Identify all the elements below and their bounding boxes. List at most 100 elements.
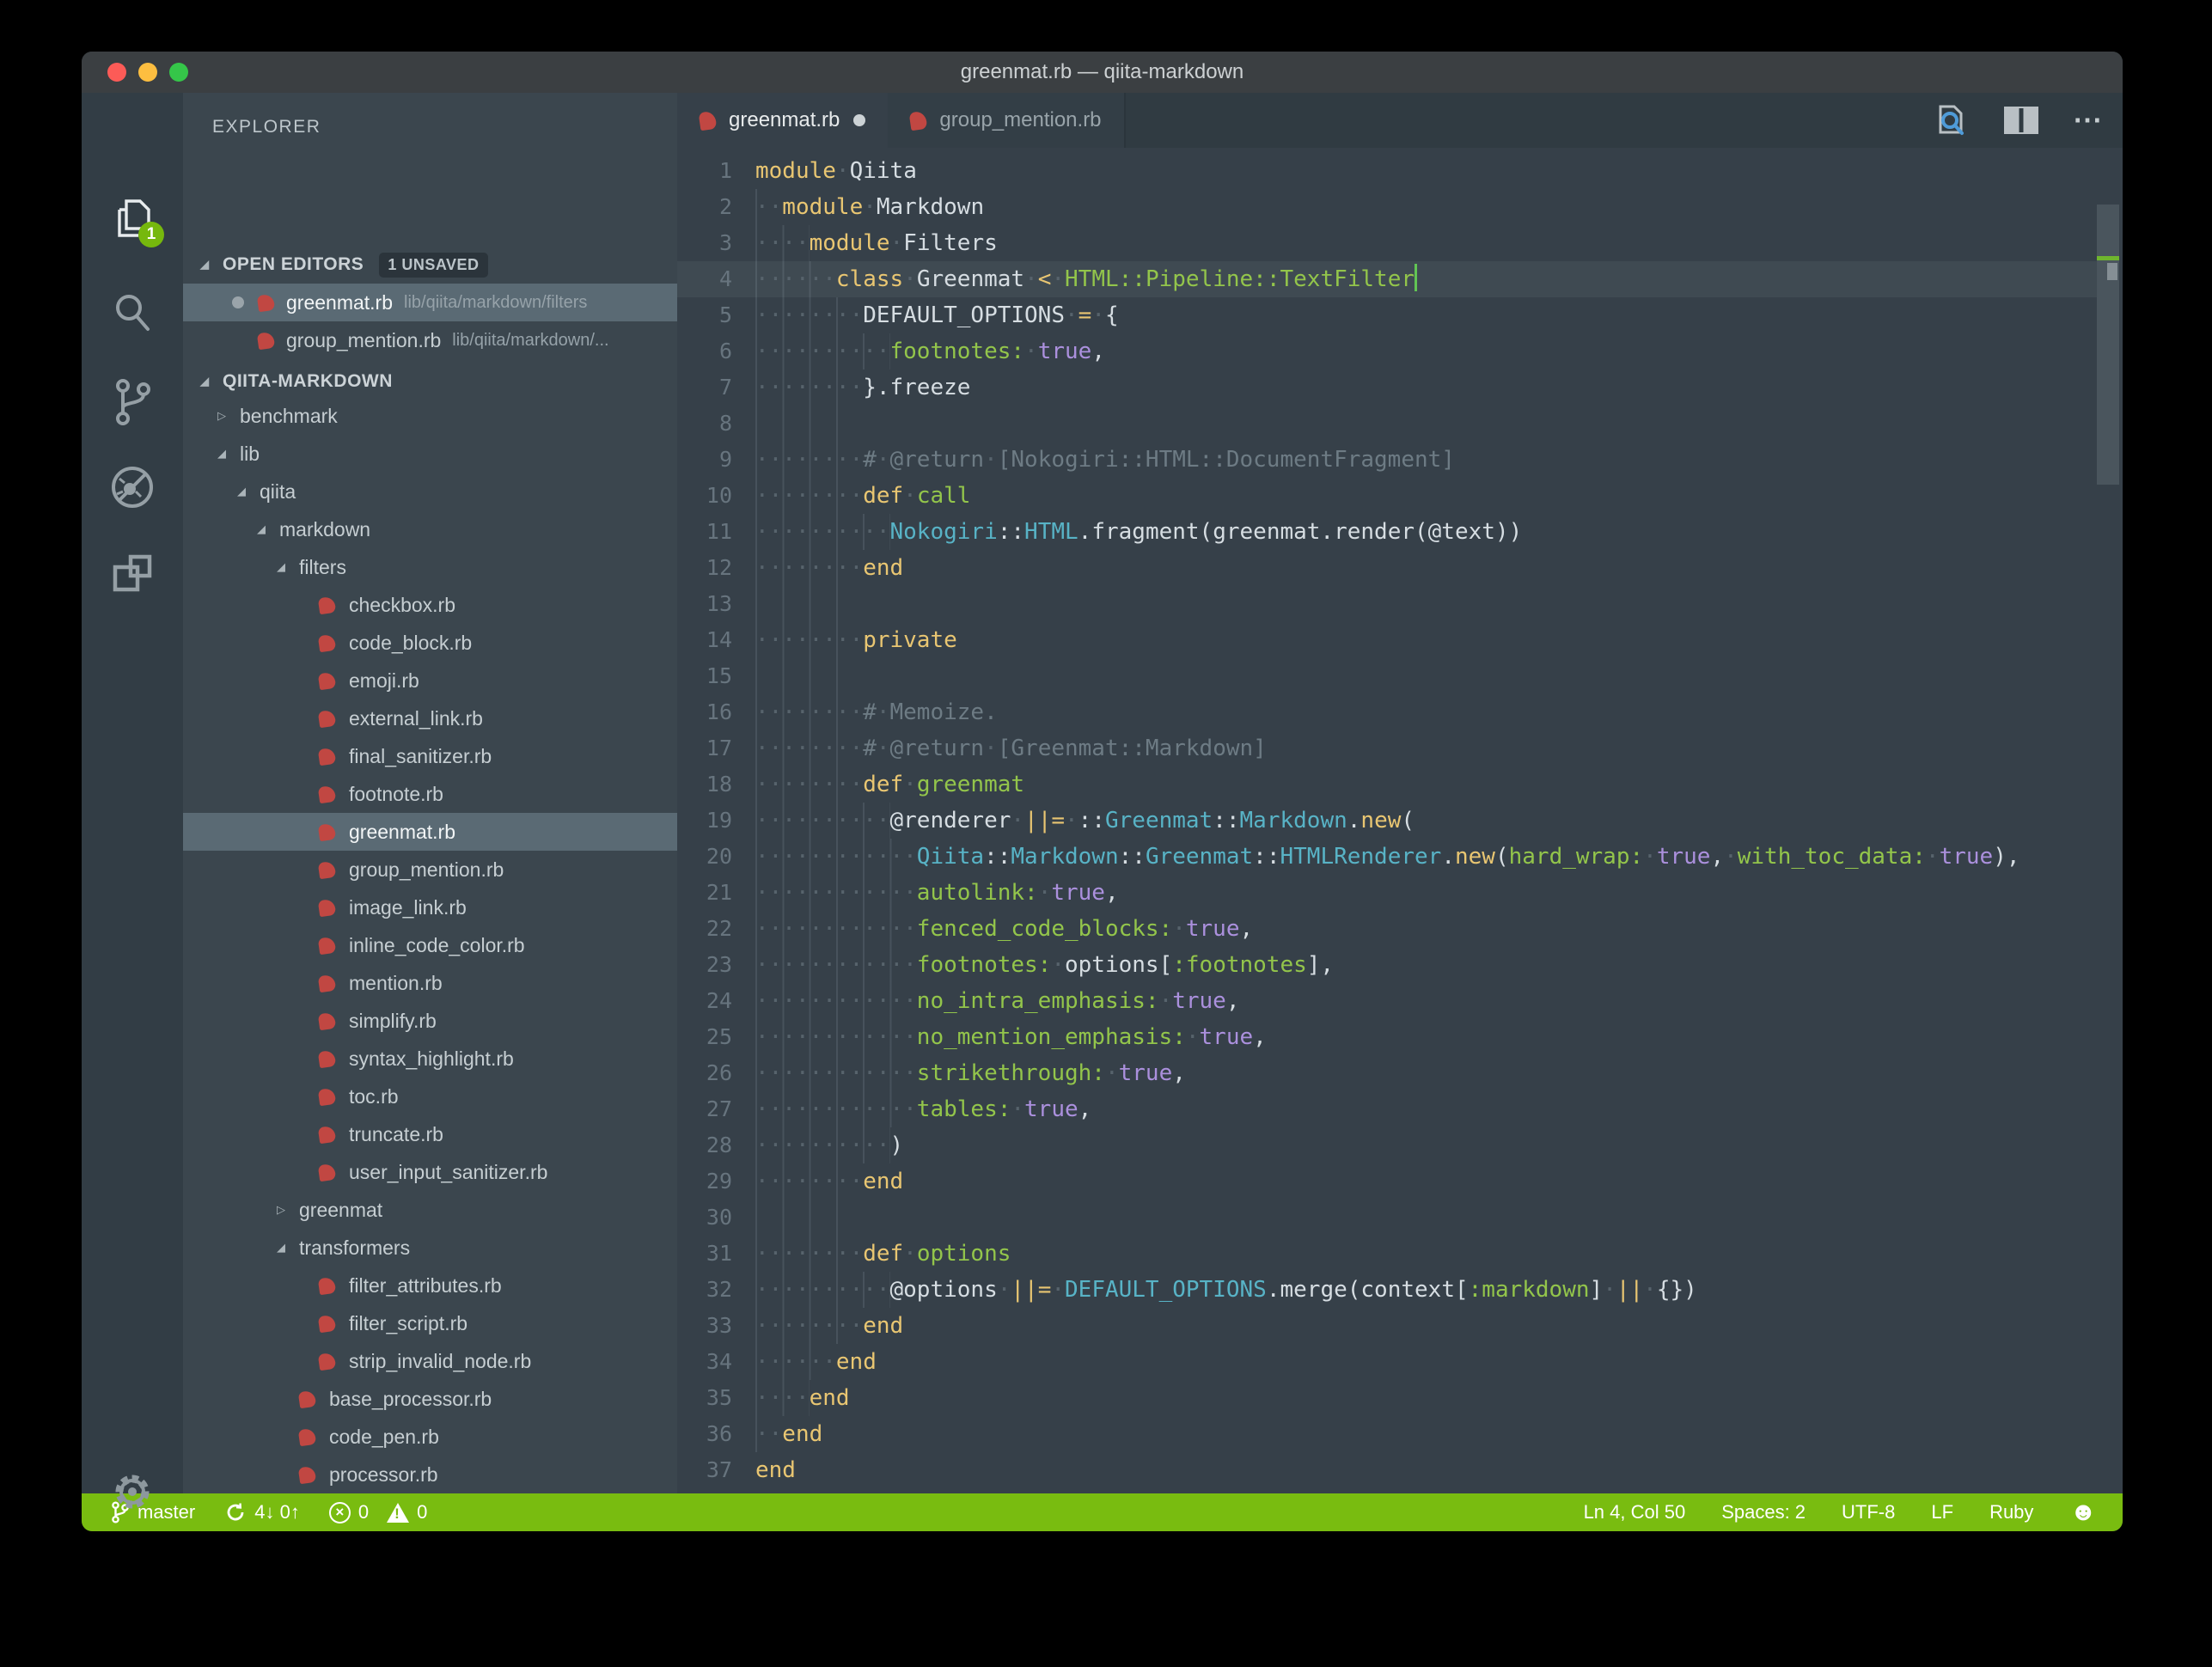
code-line-20[interactable]: 20············Qiita::Markdown::Greenmat:… — [677, 839, 2099, 875]
code-line-37[interactable]: 37end — [677, 1452, 2099, 1488]
code-line-28[interactable]: 28··········) — [677, 1127, 2099, 1163]
encoding-setting[interactable]: UTF-8 — [1842, 1501, 1895, 1524]
code-line-17[interactable]: 17········#·@return·[Greenmat::Markdown] — [677, 730, 2099, 766]
code-line-5[interactable]: 5········DEFAULT_OPTIONS·=·{ — [677, 297, 2099, 333]
tree-item-simplify.rb[interactable]: simplify.rb — [183, 1002, 677, 1040]
open-editors-section-header[interactable]: ◢ OPEN EDITORS 1 UNSAVED — [200, 246, 677, 284]
indent-whitespace — [755, 586, 863, 622]
debug-icon[interactable] — [82, 462, 183, 512]
tree-item-base_processor.rb[interactable]: base_processor.rb — [183, 1380, 677, 1418]
tree-item-external_link.rb[interactable]: external_link.rb — [183, 699, 677, 737]
tree-item-image_link.rb[interactable]: image_link.rb — [183, 888, 677, 926]
zoom-window-button[interactable] — [169, 63, 188, 82]
tree-item-syntax_highlight.rb[interactable]: syntax_highlight.rb — [183, 1040, 677, 1078]
find-in-file-icon[interactable] — [1932, 101, 1970, 139]
code-line-8[interactable]: 8 — [677, 406, 2099, 442]
tree-item-filters[interactable]: ◢filters — [183, 548, 677, 586]
code-line-35[interactable]: 35····end — [677, 1380, 2099, 1416]
code-line-32[interactable]: 32··········@options·||=·DEFAULT_OPTIONS… — [677, 1272, 2099, 1308]
close-window-button[interactable] — [107, 63, 126, 82]
tree-item-filter_attributes.rb[interactable]: filter_attributes.rb — [183, 1267, 677, 1304]
tree-item-code_block.rb[interactable]: code_block.rb — [183, 624, 677, 662]
tree-item-greenmat.rb[interactable]: greenmat.rb — [183, 813, 677, 851]
tree-item-greenmat[interactable]: ▷greenmat — [183, 1191, 677, 1229]
tree-item-lib[interactable]: ◢lib — [183, 435, 677, 473]
unsaved-dot-icon[interactable] — [232, 296, 244, 308]
code-line-6[interactable]: 6··········footnotes:·true, — [677, 333, 2099, 369]
tree-item-user_input_sanitizer.rb[interactable]: user_input_sanitizer.rb — [183, 1153, 677, 1191]
more-actions-icon[interactable]: ⋯ — [2073, 112, 2104, 129]
code-line-4[interactable]: 4······class·Greenmat·<·HTML::Pipeline::… — [677, 261, 2099, 297]
tree-item-checkbox.rb[interactable]: checkbox.rb — [183, 586, 677, 624]
code-editor[interactable]: 1module·Qiita2··module·Markdown3····modu… — [677, 148, 2123, 1493]
project-section-header[interactable]: ◢ QIITA-MARKDOWN — [200, 363, 677, 400]
cursor-position[interactable]: Ln 4, Col 50 — [1584, 1501, 1686, 1524]
code-line-13[interactable]: 13 — [677, 586, 2099, 622]
code-line-12[interactable]: 12········end — [677, 550, 2099, 586]
code-line-9[interactable]: 9········#·@return·[Nokogiri::HTML::Docu… — [677, 442, 2099, 478]
tree-item-markdown[interactable]: ◢markdown — [183, 510, 677, 548]
tree-item-emoji.rb[interactable]: emoji.rb — [183, 662, 677, 699]
unsaved-dot-icon[interactable] — [853, 114, 865, 126]
explorer-icon[interactable]: 1 — [82, 196, 183, 249]
code-line-26[interactable]: 26············strikethrough:·true, — [677, 1055, 2099, 1091]
tree-item-qiita[interactable]: ◢qiita — [183, 473, 677, 510]
code-line-11[interactable]: 11··········Nokogiri::HTML.fragment(gree… — [677, 514, 2099, 550]
extensions-icon[interactable] — [82, 550, 183, 598]
code-line-7[interactable]: 7········}.freeze — [677, 369, 2099, 406]
code-line-36[interactable]: 36··end — [677, 1416, 2099, 1452]
tree-item-final_sanitizer.rb[interactable]: final_sanitizer.rb — [183, 737, 677, 775]
code-line-22[interactable]: 22············fenced_code_blocks:·true, — [677, 911, 2099, 947]
tree-item-footnote.rb[interactable]: footnote.rb — [183, 775, 677, 813]
code-line-18[interactable]: 18········def·greenmat — [677, 766, 2099, 803]
open-editor-group_mention.rb[interactable]: group_mention.rblib/qiita/markdown/... — [183, 321, 677, 359]
language-mode[interactable]: Ruby — [1989, 1501, 2033, 1524]
tree-item-mention.rb[interactable]: mention.rb — [183, 964, 677, 1002]
tree-item-strip_invalid_node.rb[interactable]: strip_invalid_node.rb — [183, 1342, 677, 1380]
code-line-27[interactable]: 27············tables:·true, — [677, 1091, 2099, 1127]
code-line-19[interactable]: 19··········@renderer·||=·::Greenmat::Ma… — [677, 803, 2099, 839]
scrollbar-thumb[interactable] — [2097, 205, 2119, 485]
search-icon[interactable] — [82, 289, 183, 337]
tree-item-truncate.rb[interactable]: truncate.rb — [183, 1115, 677, 1153]
code-line-30[interactable]: 30 — [677, 1200, 2099, 1236]
tree-item-inline_code_color.rb[interactable]: inline_code_color.rb — [183, 926, 677, 964]
code-line-25[interactable]: 25············no_mention_emphasis:·true, — [677, 1019, 2099, 1055]
line-content: ············footnotes:·options[:footnote… — [755, 947, 1334, 983]
code-line-2[interactable]: 2··module·Markdown — [677, 189, 2099, 225]
tab-greenmat[interactable]: greenmat.rb — [677, 93, 888, 148]
tree-item-toc.rb[interactable]: toc.rb — [183, 1078, 677, 1115]
code-line-16[interactable]: 16········#·Memoize. — [677, 694, 2099, 730]
settings-gear-icon[interactable] — [82, 1468, 183, 1516]
open-editor-greenmat.rb[interactable]: greenmat.rblib/qiita/markdown/filters — [183, 284, 677, 321]
code-line-34[interactable]: 34······end — [677, 1344, 2099, 1380]
code-line-23[interactable]: 23············footnotes:·options[:footno… — [677, 947, 2099, 983]
tree-item-label: checkbox.rb — [349, 594, 455, 617]
tree-item-processor.rb[interactable]: processor.rb — [183, 1456, 677, 1493]
feedback-smiley-icon[interactable]: ☻ — [2069, 1499, 2097, 1525]
code-line-15[interactable]: 15 — [677, 658, 2099, 694]
indentation-setting[interactable]: Spaces: 2 — [1721, 1501, 1806, 1524]
tree-item-transformers[interactable]: ◢transformers — [183, 1229, 677, 1267]
code-line-31[interactable]: 31········def·options — [677, 1236, 2099, 1272]
code-line-3[interactable]: 3····module·Filters — [677, 225, 2099, 261]
code-line-10[interactable]: 10········def·call — [677, 478, 2099, 514]
tree-item-benchmark[interactable]: ▷benchmark — [183, 397, 677, 435]
git-sync-status[interactable]: 4↓ 0↑ — [224, 1501, 300, 1524]
tree-item-filter_script.rb[interactable]: filter_script.rb — [183, 1304, 677, 1342]
eol-setting[interactable]: LF — [1931, 1501, 1953, 1524]
split-editor-icon[interactable] — [2002, 103, 2040, 137]
scrollbar[interactable] — [2097, 203, 2119, 1493]
tree-item-code_pen.rb[interactable]: code_pen.rb — [183, 1418, 677, 1456]
tab-group-mention[interactable]: group_mention.rb — [888, 93, 1125, 148]
problems-status[interactable]: × 0 ! 0 — [329, 1501, 428, 1524]
code-line-1[interactable]: 1module·Qiita — [677, 153, 2099, 189]
code-line-29[interactable]: 29········end — [677, 1163, 2099, 1200]
minimize-window-button[interactable] — [138, 63, 157, 82]
code-line-33[interactable]: 33········end — [677, 1308, 2099, 1344]
code-line-21[interactable]: 21············autolink:·true, — [677, 875, 2099, 911]
tree-item-group_mention.rb[interactable]: group_mention.rb — [183, 851, 677, 888]
source-control-icon[interactable] — [82, 376, 183, 428]
code-line-14[interactable]: 14········private — [677, 622, 2099, 658]
code-line-24[interactable]: 24············no_intra_emphasis:·true, — [677, 983, 2099, 1019]
